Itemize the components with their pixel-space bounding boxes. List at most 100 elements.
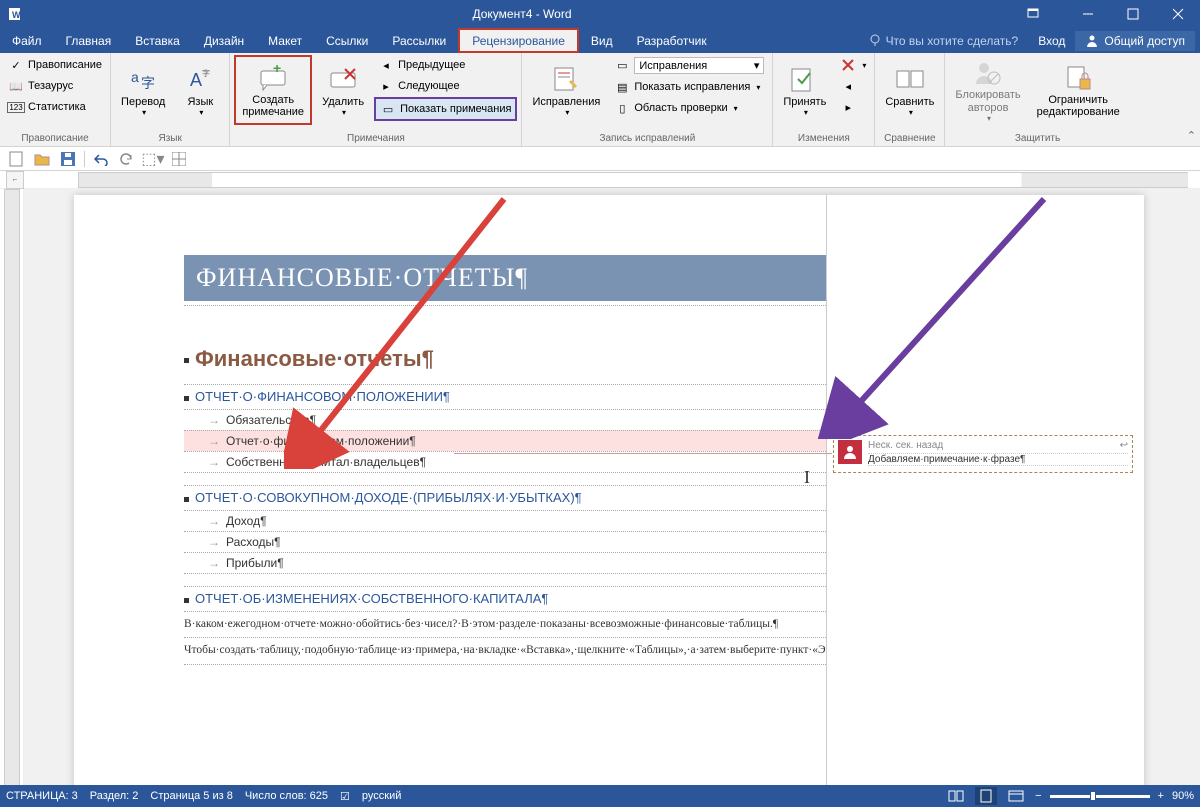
vertical-ruler[interactable] bbox=[0, 189, 24, 785]
next-label: Следующее bbox=[398, 80, 460, 92]
track-changes-button[interactable]: Исправления▾ bbox=[526, 55, 606, 125]
zoom-slider[interactable] bbox=[1050, 795, 1150, 798]
prev-change-button[interactable]: ◂ bbox=[836, 76, 870, 96]
accept-label: Принять bbox=[783, 96, 826, 108]
tell-me-search[interactable]: Что вы хотите сделать? bbox=[858, 34, 1029, 48]
next-change-button[interactable]: ▸ bbox=[836, 97, 870, 117]
compare-icon bbox=[894, 64, 926, 96]
thesaurus-button[interactable]: 📖Тезаурус bbox=[4, 76, 106, 96]
tab-design[interactable]: Дизайн bbox=[192, 28, 256, 53]
share-button[interactable]: Общий доступ bbox=[1075, 31, 1195, 51]
status-language[interactable]: русский bbox=[362, 790, 401, 802]
tab-mailings[interactable]: Рассылки bbox=[380, 28, 458, 53]
statistics-button[interactable]: 123Статистика bbox=[4, 97, 106, 117]
zoom-in-button[interactable]: + bbox=[1158, 790, 1164, 802]
sign-in-link[interactable]: Вход bbox=[1028, 34, 1075, 48]
reject-icon bbox=[840, 57, 856, 73]
status-spellcheck-icon[interactable]: ☑ bbox=[340, 790, 350, 803]
block-authors-button[interactable]: Блокировать авторов▾ bbox=[949, 55, 1026, 125]
prev-comment-button[interactable]: ◂ Предыдущее bbox=[374, 55, 517, 75]
translate-label: Перевод bbox=[121, 96, 165, 108]
delete-comment-label: Удалить bbox=[322, 96, 364, 108]
redo-button[interactable] bbox=[117, 149, 137, 169]
comment-connector bbox=[454, 453, 832, 454]
lightbulb-icon bbox=[868, 34, 882, 48]
zoom-out-button[interactable]: − bbox=[1035, 790, 1041, 802]
status-pageof[interactable]: Страница 5 из 8 bbox=[150, 790, 232, 802]
undo-button[interactable] bbox=[91, 149, 111, 169]
reply-icon[interactable]: ↩ bbox=[1120, 440, 1128, 451]
document-area[interactable]: Неск. сек. назад↩ Добавляем·примечание·к… bbox=[24, 189, 1200, 785]
tab-layout[interactable]: Макет bbox=[256, 28, 314, 53]
zoom-level[interactable]: 90% bbox=[1172, 790, 1194, 802]
display-value: Исправления bbox=[639, 60, 707, 72]
share-label: Общий доступ bbox=[1104, 34, 1185, 48]
pane-icon: ▯ bbox=[614, 100, 630, 116]
group-protect-label: Защитить bbox=[949, 131, 1125, 146]
save-button[interactable] bbox=[58, 149, 78, 169]
group-comments: + Создать примечание Удалить▾ ◂ Предыдуще… bbox=[230, 53, 522, 146]
table-button[interactable] bbox=[169, 149, 189, 169]
prev-icon: ◂ bbox=[378, 57, 394, 73]
pane-label: Область проверки bbox=[634, 102, 727, 114]
tab-view[interactable]: Вид bbox=[579, 28, 625, 53]
tab-review[interactable]: Рецензирование bbox=[458, 28, 579, 53]
tab-insert[interactable]: Вставка bbox=[123, 28, 192, 53]
open-button[interactable] bbox=[32, 149, 52, 169]
window-title: Документ4 - Word bbox=[34, 7, 1010, 21]
group-comments-label: Примечания bbox=[234, 131, 517, 146]
new-comment-button[interactable]: + Создать примечание bbox=[234, 55, 312, 125]
delete-comment-button[interactable]: Удалить▾ bbox=[316, 55, 370, 125]
show-comments-button[interactable]: ▭Показать примечания bbox=[374, 97, 517, 121]
language-icon: A字 bbox=[184, 64, 216, 96]
status-words[interactable]: Число слов: 625 bbox=[245, 790, 328, 802]
language-button[interactable]: A字 Язык▾ bbox=[175, 55, 225, 125]
spelling-button[interactable]: ✓Правописание bbox=[4, 55, 106, 75]
display-for-review-dropdown[interactable]: ▭Исправления▾ bbox=[610, 55, 768, 76]
view-web-button[interactable] bbox=[1005, 787, 1027, 805]
tab-file[interactable]: Файл bbox=[0, 28, 54, 53]
show-comments-label: Показать примечания bbox=[400, 103, 511, 115]
close-button[interactable] bbox=[1155, 0, 1200, 28]
svg-text:A: A bbox=[190, 70, 202, 90]
ribbon-options-icon[interactable] bbox=[1010, 0, 1055, 28]
share-icon bbox=[1085, 34, 1099, 48]
view-read-button[interactable] bbox=[945, 787, 967, 805]
next-comment-button[interactable]: ▸Следующее bbox=[374, 76, 517, 96]
compare-button[interactable]: Сравнить▾ bbox=[879, 55, 940, 125]
horizontal-ruler[interactable]: ⌐ bbox=[0, 171, 1200, 189]
comment-text[interactable]: Добавляем·примечание·к·фразе¶ bbox=[868, 454, 1128, 466]
show-markup-button[interactable]: ▤Показать исправления▾ bbox=[610, 77, 768, 97]
show-markup-label: Показать исправления bbox=[634, 81, 750, 93]
new-doc-button[interactable] bbox=[6, 149, 26, 169]
group-tracking-label: Запись исправлений bbox=[526, 131, 768, 146]
tab-selector[interactable]: ⌐ bbox=[6, 171, 24, 189]
svg-text:W: W bbox=[12, 10, 21, 20]
accept-button[interactable]: Принять▾ bbox=[777, 55, 832, 125]
tab-home[interactable]: Главная bbox=[54, 28, 124, 53]
translate-button[interactable]: a字 Перевод▾ bbox=[115, 55, 171, 125]
minimize-button[interactable] bbox=[1065, 0, 1110, 28]
comment-delete-icon bbox=[327, 64, 359, 96]
special-button[interactable]: ⬚▾ bbox=[143, 149, 163, 169]
restrict-editing-button[interactable]: Ограничить редактирование bbox=[1031, 55, 1126, 125]
svg-text:字: 字 bbox=[141, 75, 155, 91]
tab-developer[interactable]: Разработчик bbox=[625, 28, 719, 53]
status-page[interactable]: СТРАНИЦА: 3 bbox=[6, 790, 78, 802]
tab-references[interactable]: Ссылки bbox=[314, 28, 380, 53]
reject-button[interactable]: ▾ bbox=[836, 55, 870, 75]
collapse-ribbon-icon[interactable]: ⌃ bbox=[1187, 129, 1196, 142]
group-compare: Сравнить▾ Сравнение bbox=[875, 53, 945, 146]
compare-label: Сравнить bbox=[885, 96, 934, 108]
reviewing-pane-button[interactable]: ▯Область проверки▾ bbox=[610, 98, 768, 118]
status-section[interactable]: Раздел: 2 bbox=[90, 790, 139, 802]
view-print-button[interactable] bbox=[975, 787, 997, 805]
quick-access-toolbar: ⬚▾ bbox=[0, 147, 1200, 171]
maximize-button[interactable] bbox=[1110, 0, 1155, 28]
comment-balloon[interactable]: Неск. сек. назад↩ Добавляем·примечание·к… bbox=[833, 435, 1133, 473]
group-protect: Блокировать авторов▾ Ограничить редактир… bbox=[945, 53, 1129, 146]
new-comment-label: Создать примечание bbox=[242, 94, 304, 118]
language-label: Язык bbox=[187, 96, 213, 108]
ribbon: ✓Правописание 📖Тезаурус 123Статистика Пр… bbox=[0, 53, 1200, 147]
prev-label: Предыдущее bbox=[398, 59, 465, 71]
